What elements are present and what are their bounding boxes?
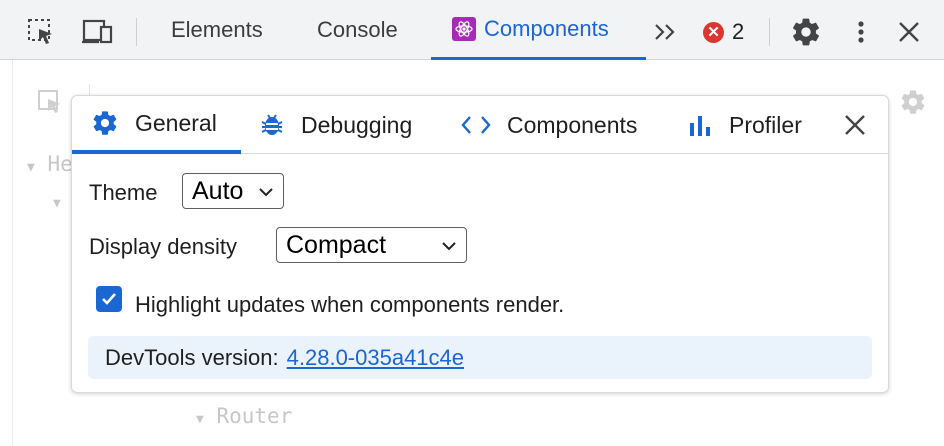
- devtools-version-box: DevTools version: 4.28.0-035a41c4e: [88, 336, 872, 379]
- tab-components[interactable]: Components: [431, 0, 646, 60]
- close-settings-icon[interactable]: [842, 112, 868, 138]
- settings-tab-debugging[interactable]: Debugging: [259, 96, 412, 154]
- highlight-updates-label: Highlight updates when components render…: [135, 292, 565, 317]
- display-density-select[interactable]: Compact: [276, 227, 467, 263]
- more-options-icon[interactable]: [848, 18, 874, 46]
- display-density-label: Display density: [89, 234, 237, 259]
- settings-modal: General Debugging Components Profiler Th…: [71, 95, 889, 393]
- theme-label: Theme: [89, 180, 158, 205]
- checkmark-icon: [102, 293, 116, 305]
- settings-tab-profiler[interactable]: Profiler: [687, 96, 802, 154]
- toolbar-separator: [769, 18, 770, 46]
- code-icon: [461, 116, 491, 134]
- tab-components-label: Components: [484, 15, 609, 41]
- error-counter[interactable]: ✕ 2: [703, 18, 744, 46]
- settings-tab-general-label: General: [135, 109, 217, 136]
- tree-item-router: ▼ Router: [196, 404, 292, 428]
- tab-console-label: Console: [317, 17, 398, 42]
- bug-icon: [261, 114, 283, 135]
- settings-tabs: General Debugging Components Profiler: [72, 96, 888, 154]
- tab-console[interactable]: Console: [317, 0, 398, 60]
- tree-item-router-label: Router: [216, 404, 293, 428]
- devtools-toolbar: Elements Console Components ✕ 2: [0, 0, 944, 60]
- settings-gear-icon[interactable]: [790, 16, 822, 48]
- inspect-component-icon: [37, 88, 65, 116]
- chevron-down-icon: [442, 242, 456, 251]
- highlight-updates-checkbox[interactable]: [96, 286, 122, 312]
- bar-chart-icon: [690, 116, 710, 136]
- close-devtools-icon[interactable]: [896, 19, 922, 45]
- device-toolbar-icon[interactable]: [81, 17, 115, 47]
- toolbar-separator: [136, 18, 137, 46]
- settings-tab-general[interactable]: General: [72, 96, 241, 154]
- tab-elements[interactable]: Elements: [171, 0, 263, 60]
- more-tabs-icon[interactable]: [652, 18, 680, 46]
- background-settings-icon: [899, 88, 927, 116]
- expand-triangle-icon: ▼: [196, 412, 204, 427]
- tree-item-partial: ▼ He: [27, 152, 73, 176]
- error-icon: ✕: [703, 21, 724, 43]
- settings-tab-debugging-label: Debugging: [301, 111, 413, 138]
- error-count: 2: [732, 19, 745, 44]
- settings-tab-profiler-label: Profiler: [729, 111, 802, 138]
- devtools-version-link[interactable]: 4.28.0-035a41c4e: [287, 345, 464, 371]
- theme-select[interactable]: Auto: [182, 173, 284, 209]
- inspect-element-icon[interactable]: [26, 17, 56, 47]
- settings-tab-components[interactable]: Components: [461, 96, 637, 154]
- react-icon: [452, 16, 476, 41]
- settings-tab-components-label: Components: [507, 111, 638, 138]
- tab-elements-label: Elements: [171, 17, 263, 42]
- chevron-down-icon: [259, 188, 273, 197]
- expand-triangle-icon: ▼: [53, 196, 61, 211]
- tree-item-partial-label: He: [47, 152, 73, 176]
- gear-icon: [93, 111, 117, 135]
- display-density-select-value: Compact: [286, 230, 387, 259]
- expand-triangle-icon: ▼: [27, 160, 35, 175]
- tree-item-nested: ▼: [53, 188, 61, 212]
- devtools-version-label: DevTools version:: [105, 344, 279, 370]
- theme-select-value: Auto: [192, 176, 244, 205]
